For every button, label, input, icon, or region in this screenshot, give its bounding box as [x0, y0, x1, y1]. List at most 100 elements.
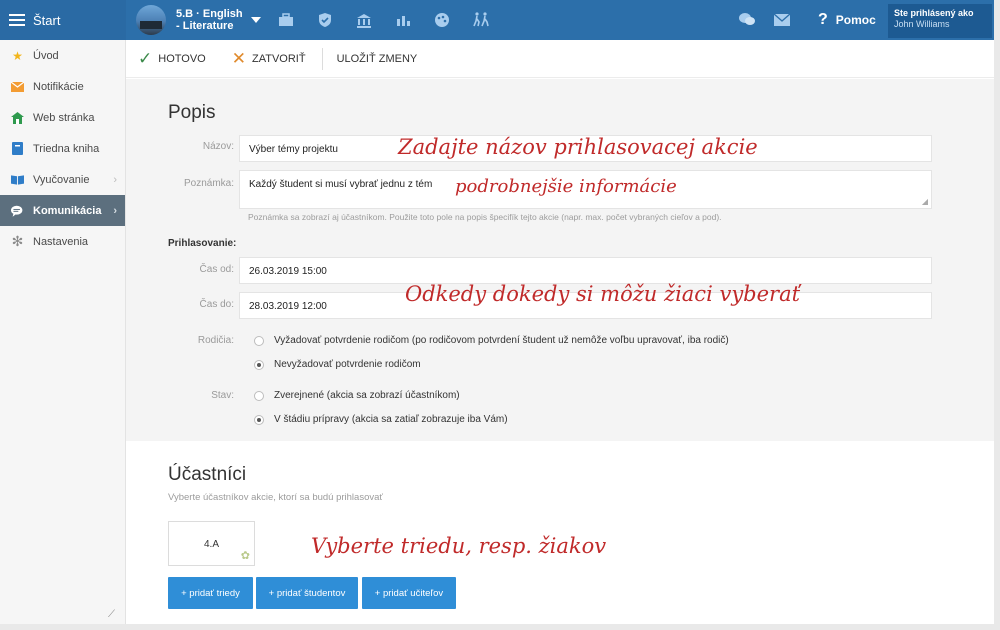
time-to-label: Čas do: — [199, 299, 234, 310]
annotation-name: Zadajte názov prihlasovacej akcie — [398, 135, 758, 159]
book-icon — [11, 142, 24, 155]
sidebar: ★ Úvod Notifikácie Web stránka Triedna k… — [0, 40, 126, 624]
sidebar-item-uvod[interactable]: ★ Úvod — [0, 40, 125, 71]
note-value: Každý študent si musí vybrať jednu z tém — [249, 179, 433, 190]
sidebar-item-triedna-kniha[interactable]: Triedna kniha — [0, 133, 125, 164]
window-shadow-right — [994, 0, 1000, 630]
sidebar-item-vyucovanie[interactable]: Vyučovanie › — [0, 164, 125, 195]
class-name-line1: 5.B · English — [176, 8, 243, 20]
user-label: Ste prihlásený ako — [894, 8, 974, 18]
radio-button[interactable] — [254, 390, 264, 401]
top-bar: Štart 5.B · English - Literature ? Pomoc… — [0, 0, 994, 40]
save-label: ULOŽIŤ ZMENY — [336, 52, 418, 65]
action-toolbar: ✓ HOTOVO ✕ ZATVORIŤ ULOŽIŤ ZMENY — [126, 40, 994, 78]
shield-icon[interactable] — [315, 10, 335, 30]
radio-button-selected[interactable] — [254, 414, 264, 425]
class-selector[interactable]: 5.B · English - Literature — [136, 5, 261, 35]
bar-chart-icon[interactable] — [393, 10, 413, 30]
radio-label: Zverejnené (akcia sa zobrazí účastníkom) — [274, 390, 460, 401]
close-button[interactable]: ✕ ZATVORIŤ — [232, 49, 306, 69]
parents-option-not-require[interactable]: Nevyžadovať potvrdenie rodičom — [254, 359, 421, 370]
time-from-input[interactable]: 26.03.2019 15:00 — [239, 257, 932, 284]
chevron-right-icon: › — [113, 204, 117, 217]
sidebar-item-label: Vyučovanie — [33, 173, 90, 186]
radio-label: V štádiu prípravy (akcia sa zatiaľ zobra… — [274, 414, 508, 425]
annotation-details: podrobnejšie informácie — [455, 176, 677, 197]
name-label: Názov: — [202, 141, 234, 152]
chat-icon — [11, 204, 24, 217]
sidebar-item-web-stranka[interactable]: Web stránka — [0, 102, 125, 133]
state-option-published[interactable]: Zverejnené (akcia sa zobrazí účastníkom) — [254, 390, 460, 401]
chat-icon[interactable] — [738, 12, 756, 30]
sidebar-item-label: Notifikácie — [33, 80, 84, 93]
save-changes-button[interactable]: ULOŽIŤ ZMENY — [337, 53, 418, 65]
resize-handle-icon[interactable]: ◢ — [922, 197, 928, 206]
time-from-value: 26.03.2019 15:00 — [249, 266, 327, 277]
signup-label: Prihlasovanie: — [168, 238, 237, 249]
sidebar-resize-handle[interactable]: ⟋ — [108, 609, 115, 620]
institution-icon[interactable] — [354, 10, 374, 30]
time-from-label: Čas od: — [199, 264, 234, 275]
user-name: John Williams — [894, 19, 950, 29]
close-icon: ✕ — [231, 48, 246, 68]
add-teachers-label: + pridať učiteľov — [374, 587, 444, 599]
sidebar-item-komunikacia[interactable]: Komunikácia › — [0, 195, 125, 226]
sidebar-item-nastavenia[interactable]: ✻ Nastavenia — [0, 226, 125, 257]
envelope-icon — [11, 80, 24, 93]
note-label: Poznámka: — [183, 178, 234, 189]
sidebar-item-label: Nastavenia — [33, 235, 89, 248]
done-button[interactable]: ✓ HOTOVO — [138, 49, 206, 69]
annotation-time: Odkedy dokedy si môžu žiaci vyberať — [405, 282, 801, 306]
puzzle-icon: ✿ — [240, 550, 250, 562]
radio-button[interactable] — [254, 335, 264, 346]
sidebar-item-label: Triedna kniha — [33, 142, 100, 155]
help-icon: ? — [818, 11, 828, 28]
home-icon — [11, 111, 24, 124]
time-to-value: 28.03.2019 12:00 — [249, 301, 327, 312]
participants-subtitle: Vyberte účastníkov akcie, ktorí sa budú … — [168, 492, 383, 503]
mail-icon[interactable] — [773, 13, 791, 29]
chevron-down-icon — [250, 17, 261, 23]
activity-icon[interactable] — [471, 10, 491, 30]
parents-option-require[interactable]: Vyžadovať potvrdenie rodičom (po rodičov… — [254, 335, 729, 346]
module-icons — [276, 10, 510, 30]
radio-label: Vyžadovať potvrdenie rodičom (po rodičov… — [274, 335, 729, 346]
sidebar-item-label: Web stránka — [33, 111, 95, 124]
state-label: Stav: — [211, 390, 234, 401]
class-avatar — [136, 5, 166, 35]
window-shadow-bottom — [0, 624, 1000, 630]
annotation-class: Vyberte triedu, resp. žiakov — [311, 534, 607, 558]
radio-button-selected[interactable] — [254, 359, 264, 370]
sidebar-item-notifikacie[interactable]: Notifikácie — [0, 71, 125, 102]
check-icon: ✓ — [138, 48, 153, 68]
class-name-line2: - Literature — [176, 20, 234, 32]
start-label: Štart — [33, 12, 61, 28]
hamburger-icon — [9, 11, 25, 29]
radio-label: Nevyžadovať potvrdenie rodičom — [274, 359, 421, 370]
chevron-right-icon: › — [113, 173, 117, 186]
help-button[interactable]: ? Pomoc — [818, 11, 876, 29]
note-hint: Poznámka sa zobrazí aj účastníkom. Použi… — [248, 212, 722, 222]
state-option-draft[interactable]: V štádiu prípravy (akcia sa zatiaľ zobra… — [254, 414, 508, 425]
add-students-button[interactable]: + pridať študentov — [256, 577, 358, 609]
toolbar-divider — [321, 47, 323, 70]
open-book-icon — [11, 173, 24, 186]
add-teachers-button[interactable]: + pridať učiteľov — [362, 577, 456, 609]
palette-icon[interactable] — [432, 10, 452, 30]
help-label: Pomoc — [835, 13, 876, 27]
briefcase-icon[interactable] — [276, 10, 296, 30]
gear-icon: ✻ — [11, 233, 24, 249]
add-students-label: + pridať študentov — [268, 587, 346, 599]
add-classes-button[interactable]: + pridať triedy — [168, 577, 253, 609]
class-card[interactable]: 4.A ✿ — [168, 521, 255, 566]
sidebar-item-label: Komunikácia — [33, 204, 102, 217]
section-title-participants: Účastníci — [168, 464, 247, 485]
sidebar-item-label: Úvod — [33, 49, 59, 62]
name-value: Výber témy projektu — [249, 144, 338, 155]
parents-label: Rodičia: — [197, 335, 234, 346]
class-name: 5.B · English - Literature — [176, 8, 243, 32]
class-card-label: 4.A — [204, 539, 220, 550]
user-box[interactable]: Ste prihlásený ako John Williams — [888, 4, 992, 38]
add-classes-label: + pridať triedy — [181, 587, 240, 599]
start-menu-button[interactable]: Štart — [0, 0, 126, 40]
